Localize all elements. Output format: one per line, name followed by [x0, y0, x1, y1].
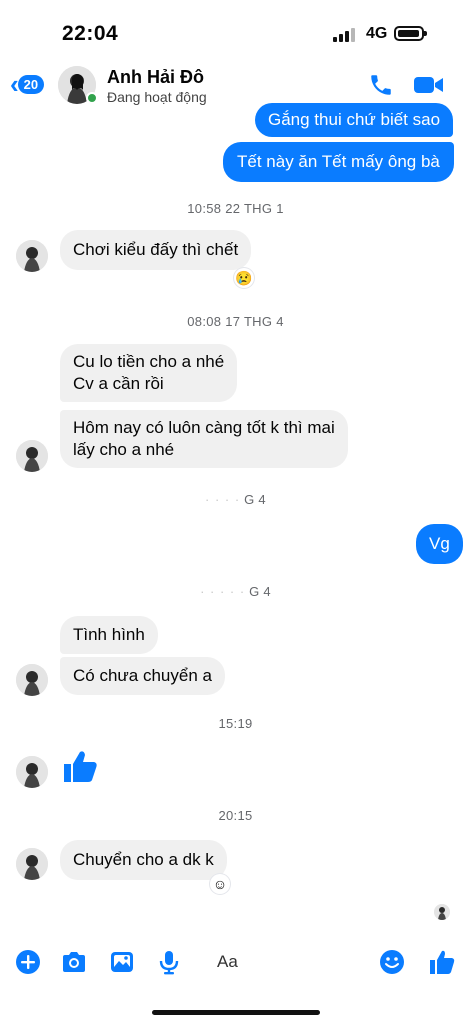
incoming-message[interactable]: Có chưa chuyển a — [60, 657, 225, 695]
timestamp: 20:15 — [218, 808, 253, 823]
timestamp: 08:08 17 THG 4 — [187, 314, 284, 329]
message-composer — [0, 940, 471, 984]
timestamp: 10:58 22 THG 1 — [187, 201, 284, 216]
contact-avatar[interactable] — [16, 240, 48, 272]
plus-icon[interactable] — [14, 948, 42, 976]
contact-avatar[interactable] — [16, 848, 48, 880]
outgoing-message[interactable]: Gắng thui chứ biết sao — [255, 103, 454, 137]
contact-avatar[interactable] — [16, 664, 48, 696]
outgoing-message[interactable]: Vg — [416, 524, 463, 564]
message-input[interactable] — [205, 944, 365, 980]
contact-name[interactable]: Anh Hải Đô — [107, 67, 204, 88]
seen-indicator-avatar — [434, 904, 450, 920]
video-icon[interactable] — [413, 72, 445, 98]
contact-avatar[interactable] — [16, 756, 48, 788]
status-time: 22:04 — [62, 22, 119, 45]
signal-icon — [333, 28, 357, 42]
contact-avatar[interactable] — [16, 440, 48, 472]
outgoing-message[interactable]: Tết này ăn Tết mấy ông bà — [223, 142, 454, 182]
timestamp: · · · · · G 4 — [200, 584, 271, 599]
contact-status: Đang hoạt động — [107, 89, 207, 105]
timestamp: 15:19 — [218, 716, 253, 731]
camera-icon[interactable] — [60, 948, 88, 976]
online-indicator — [86, 92, 98, 104]
like-sticker-icon[interactable] — [60, 746, 100, 786]
like-icon[interactable] — [428, 948, 456, 976]
image-icon[interactable] — [108, 948, 136, 976]
home-indicator[interactable] — [152, 1010, 320, 1015]
incoming-message[interactable]: Tình hình — [60, 616, 158, 654]
back-button[interactable]: ‹ 20 — [10, 70, 45, 98]
add-reaction-icon[interactable]: ☺ — [210, 874, 230, 894]
unread-count-badge: 20 — [17, 74, 45, 94]
battery-icon — [394, 26, 427, 41]
timestamp: · · · · G 4 — [205, 492, 266, 507]
network-label: 4G — [366, 25, 388, 42]
sad-reaction-icon[interactable]: 😢 — [234, 268, 254, 288]
phone-icon[interactable] — [368, 72, 394, 98]
status-bar: 22:04 4G — [0, 0, 471, 58]
incoming-message[interactable]: Hôm nay có luôn càng tốt k thì mai lấy c… — [60, 410, 348, 468]
incoming-message[interactable]: Cu lo tiền cho a nhé Cv a cần rồi — [60, 344, 238, 402]
incoming-message[interactable]: Chơi kiểu đấy thì chết — [60, 230, 252, 270]
incoming-message[interactable]: Chuyển cho a dk k — [60, 840, 227, 880]
emoji-icon[interactable] — [378, 948, 406, 976]
microphone-icon[interactable] — [155, 948, 183, 976]
